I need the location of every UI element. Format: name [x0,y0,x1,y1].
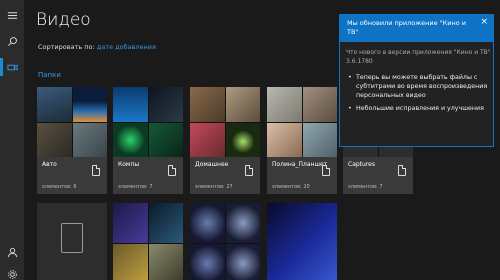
folder-thumbnail [37,87,107,157]
folder-thumbnail [267,203,337,280]
folder-tile-empty[interactable] [37,203,107,280]
search-icon [7,36,17,46]
folder-name: Captures [348,161,375,168]
gear-icon [7,269,17,279]
document-icon [61,223,83,253]
nav-rail [0,0,24,280]
file-icon [245,165,253,176]
folder-item-count: элементов: 27 [195,184,233,190]
folder-item-count: элементов: 20 [272,184,310,190]
folder-tile-fox[interactable] [190,203,260,280]
folder-thumbnail [267,87,337,157]
search-button[interactable] [0,30,24,52]
hamburger-icon [7,11,17,19]
account-button[interactable] [0,241,24,263]
file-icon [322,165,330,176]
folder-item-count: элементов: 7 [348,184,383,190]
notification-title: Мы обновили приложение "Кино и ТВ" [347,19,466,36]
folder-tile-polina-tablet[interactable]: Полина_Планшет элементов: 20 [267,87,337,194]
video-nav-button[interactable] [0,56,24,78]
video-icon [6,63,18,71]
settings-button[interactable] [0,263,24,280]
folder-tile-video[interactable] [113,203,183,280]
folder-thumbnail [190,203,260,280]
notification-subtitle: Что нового в версии приложения "Кино и Т… [346,49,491,65]
folders-section-header: Папки [38,71,61,79]
sort-value-link[interactable]: дате добавления [97,43,156,51]
folder-item-count: элементов: 6 [42,184,77,190]
folder-name: Авто [42,161,57,168]
folder-name: Полина_Планшет [272,161,328,168]
folder-item-count: элементов: 7 [118,184,153,190]
folder-thumbnail [190,87,260,157]
folder-tile-sci-fi[interactable] [267,203,337,280]
person-icon [7,247,17,257]
folder-thumbnail [37,203,107,280]
page-title: Видео [36,10,91,30]
file-icon [398,165,406,176]
folder-name: Домашнее [195,161,229,168]
folder-tile-computers[interactable]: Компы элементов: 7 [113,87,183,194]
changelog-item: Небольшие исправления и улучшения [346,104,491,113]
close-icon[interactable]: × [480,17,488,27]
hamburger-menu-button[interactable] [0,4,24,26]
sort-label: Сортировать по: [38,43,95,51]
folder-thumbnail [113,87,183,157]
changelog-item: Теперь вы можете выбрать файлы с субтитр… [346,73,491,100]
sort-control: Сортировать по: дате добавления [38,43,156,51]
changelog-list: Теперь вы можете выбрать файлы с субтитр… [346,73,491,117]
folder-name: Компы [118,161,140,168]
folder-tile-auto[interactable]: Авто элементов: 6 [37,87,107,194]
file-icon [92,165,100,176]
file-icon [168,165,176,176]
update-notification[interactable]: Мы обновили приложение "Кино и ТВ" × Что… [339,14,494,147]
folder-tile-home[interactable]: Домашнее элементов: 27 [190,87,260,194]
folder-thumbnail [113,203,183,280]
